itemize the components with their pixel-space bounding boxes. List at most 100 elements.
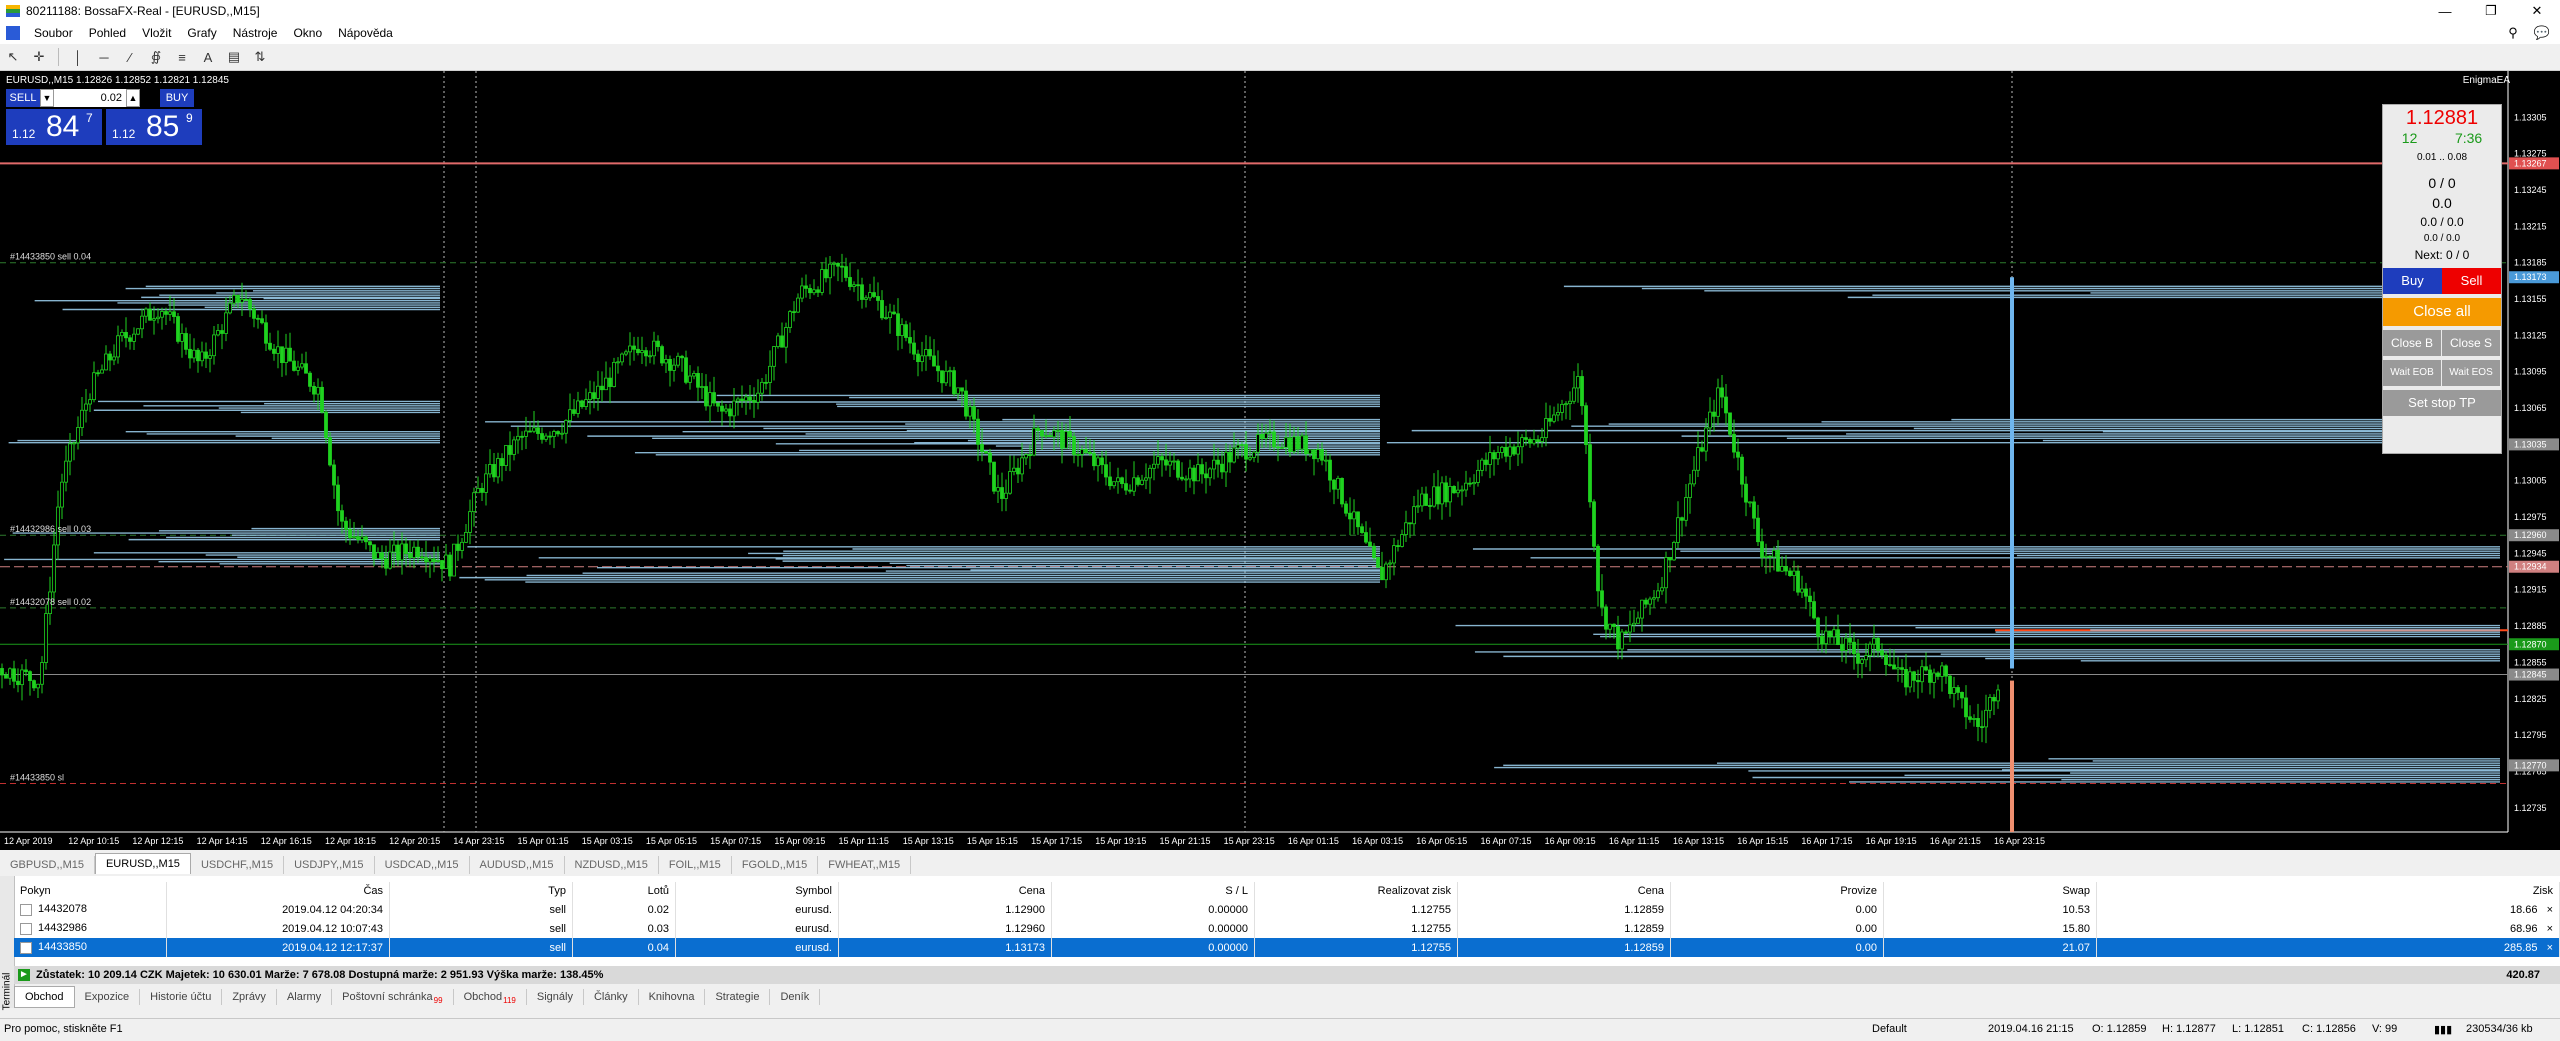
cursor-icon[interactable]: ↖	[3, 47, 23, 67]
col-swap[interactable]: Swap	[1883, 882, 2097, 900]
terminal-tab[interactable]: Deník	[770, 989, 821, 1005]
terminal-tab[interactable]: Strategie	[705, 989, 771, 1005]
trendline-icon[interactable]: ∕	[120, 47, 140, 67]
crosshair-icon[interactable]: ✛	[29, 47, 49, 67]
terminal-tab[interactable]: Obchod	[14, 986, 75, 1008]
mdi-child-icon[interactable]	[6, 26, 20, 40]
col-cena-current[interactable]: Cena	[1457, 882, 1671, 900]
terminal-tab[interactable]: Obchod119	[454, 989, 527, 1005]
price-chart[interactable]: #14433850 sell 0.04 #14432986 sell 0.03 #1…	[0, 71, 2560, 850]
menu-napoveda[interactable]: Nápověda	[330, 26, 401, 40]
lot-increase-icon[interactable]: ▲	[126, 89, 140, 107]
terminal-tab[interactable]: Alarmy	[277, 989, 333, 1005]
label-icon[interactable]: ▤	[224, 47, 244, 67]
candle-body	[776, 335, 780, 347]
terminal-tab[interactable]: Články	[584, 989, 639, 1005]
menu-okno[interactable]: Okno	[285, 26, 330, 40]
col-pokyn[interactable]: Pokyn	[14, 882, 167, 900]
candle-body	[792, 311, 796, 314]
table-row[interactable]: 14432078 2019.04.12 04:20:34 sell 0.02 eurus…	[14, 900, 2560, 919]
ea-wait-eos-button[interactable]: Wait EOS	[2442, 360, 2501, 386]
time-tick-label: 16 Apr 07:15	[1480, 836, 1531, 846]
menu-soubor[interactable]: Soubor	[26, 26, 81, 40]
terminal-side-label[interactable]: Terminál	[0, 876, 15, 1010]
col-provize[interactable]: Provize	[1670, 882, 1884, 900]
close-order-icon[interactable]: ×	[2544, 904, 2553, 916]
candle-body	[716, 402, 720, 407]
candle-body	[1464, 482, 1468, 491]
tab-audusd[interactable]: AUDUSD,,M15	[470, 856, 565, 874]
candle-body	[500, 458, 504, 466]
tab-usdjpy[interactable]: USDJPY,,M15	[284, 856, 375, 874]
order-label-14432986: #14432986 sell 0.03	[10, 524, 91, 534]
text-icon[interactable]: A	[198, 47, 218, 67]
col-cas[interactable]: Čas	[166, 882, 390, 900]
cell-value: 1.13173	[1005, 941, 1045, 954]
col-lotu[interactable]: Lotů	[572, 882, 676, 900]
table-row[interactable]: 14433850 2019.04.12 12:17:37 sell 0.04 eurus…	[14, 938, 2560, 957]
terminal-tab[interactable]: Poštovní schránka99	[332, 989, 454, 1005]
menu-pohled[interactable]: Pohled	[81, 26, 134, 40]
fibonacci-icon[interactable]: ≡	[172, 47, 192, 67]
tab-fwheat[interactable]: FWHEAT,,M15	[818, 856, 912, 874]
close-order-icon[interactable]: ×	[2544, 942, 2553, 954]
terminal-tab[interactable]: Zprávy	[222, 989, 277, 1005]
ea-set-stop-button[interactable]: Set stop TP	[2383, 390, 2501, 416]
candle-body	[1796, 570, 1800, 593]
close-icon[interactable]: ✕	[2514, 0, 2560, 22]
ea-wait-eob-button[interactable]: Wait EOB	[2383, 360, 2442, 386]
col-sl[interactable]: S / L	[1051, 882, 1255, 900]
menu-grafy[interactable]: Grafy	[179, 26, 224, 40]
tab-usdchf[interactable]: USDCHF,,M15	[191, 856, 285, 874]
expand-icon[interactable]: ►	[18, 969, 30, 981]
sell-button[interactable]: SELL	[6, 89, 40, 107]
horizontal-line-icon[interactable]: ─	[94, 47, 114, 67]
col-typ[interactable]: Typ	[389, 882, 573, 900]
lot-decrease-icon[interactable]: ▼	[40, 89, 54, 107]
channel-icon[interactable]: ∯	[146, 47, 166, 67]
candle-body	[516, 435, 520, 441]
tab-nzdusd[interactable]: NZDUSD,,M15	[565, 856, 659, 874]
ea-buy-button[interactable]: Buy	[2383, 268, 2442, 294]
menu-vlozit[interactable]: Vložit	[134, 26, 179, 40]
terminal-tab[interactable]: Historie účtu	[140, 989, 223, 1005]
terminal-tab[interactable]: Signály	[527, 989, 584, 1005]
bid-quote[interactable]: 1.12 84 7	[6, 109, 102, 145]
close-order-icon[interactable]: ×	[2544, 923, 2553, 935]
minimize-icon[interactable]: —	[2422, 0, 2468, 22]
candle-body	[428, 558, 432, 563]
tab-usdcad[interactable]: USDCAD,,M15	[375, 856, 470, 874]
restore-icon[interactable]: ❐	[2468, 0, 2514, 22]
arrows-icon[interactable]: ⇅	[250, 47, 270, 67]
candle-body	[540, 433, 544, 440]
vertical-line-icon[interactable]: │	[68, 47, 88, 67]
search-icon[interactable]: ⚲	[2508, 25, 2518, 41]
tab-gbpusd[interactable]: GBPUSD,,M15	[0, 856, 95, 874]
menu-nastroje[interactable]: Nástroje	[225, 26, 286, 40]
col-cena[interactable]: Cena	[838, 882, 1052, 900]
chat-icon[interactable]: 💬	[2534, 25, 2550, 41]
tab-foil[interactable]: FOIL,,M15	[659, 856, 732, 874]
ea-close-s-button[interactable]: Close S	[2442, 330, 2501, 356]
table-row[interactable]: 14432986 2019.04.12 10:07:43 sell 0.03 eurus…	[14, 919, 2560, 938]
terminal-tab[interactable]: Expozice	[75, 989, 141, 1005]
tab-eurusd[interactable]: EURUSD,,M15	[94, 853, 191, 874]
lot-input[interactable]: 0.02	[54, 89, 126, 107]
candle-body	[804, 285, 808, 289]
col-zisk[interactable]: Zisk	[2096, 882, 2560, 900]
cell-value: 18.66	[2509, 903, 2538, 916]
tab-fgold[interactable]: FGOLD,,M15	[732, 856, 819, 874]
candle-body	[216, 330, 220, 336]
col-tp[interactable]: Realizovat zisk	[1254, 882, 1458, 900]
terminal-tab[interactable]: Knihovna	[639, 989, 706, 1005]
ask-quote[interactable]: 1.12 85 9	[106, 109, 202, 145]
buy-button[interactable]: BUY	[160, 89, 194, 107]
candle-body	[700, 386, 704, 388]
candle-body	[244, 298, 248, 301]
candle-body	[1236, 444, 1240, 449]
ea-close-b-button[interactable]: Close B	[2383, 330, 2442, 356]
col-symbol[interactable]: Symbol	[675, 882, 839, 900]
candle-body	[1764, 555, 1768, 558]
ea-close-all-button[interactable]: Close all	[2383, 298, 2501, 326]
ea-sell-button[interactable]: Sell	[2442, 268, 2501, 294]
